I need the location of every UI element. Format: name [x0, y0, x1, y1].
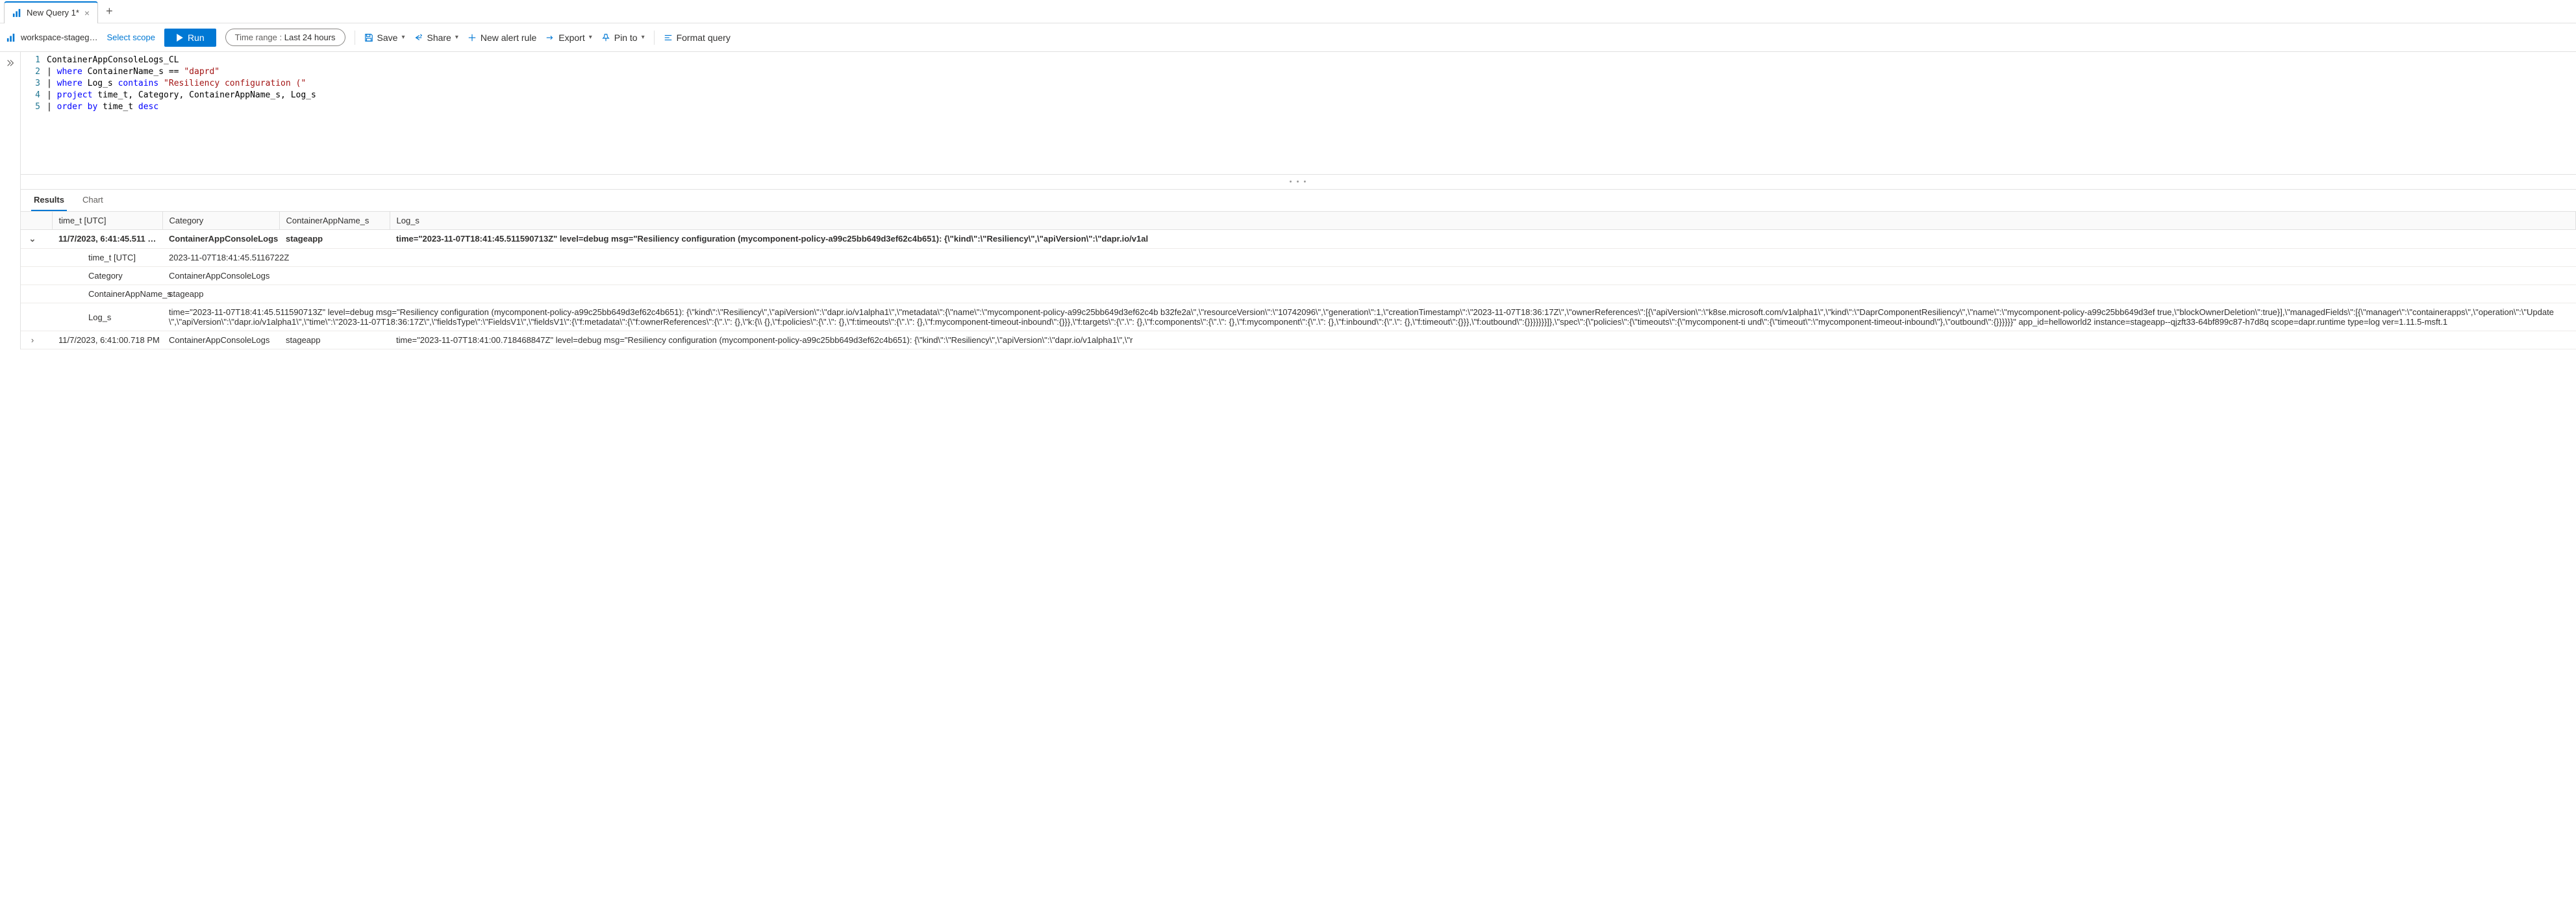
detail-row: time_t [UTC] 2023-11-07T18:41:45.5116722… [21, 249, 2576, 267]
code-area[interactable]: ContainerAppConsoleLogs_CL | where Conta… [47, 55, 2576, 113]
tab-chart[interactable]: Chart [80, 190, 106, 211]
results-table: time_t [UTC] Category ContainerAppName_s… [21, 212, 2576, 349]
close-icon[interactable]: × [84, 8, 90, 18]
play-icon [176, 34, 184, 42]
tab-title: New Query 1* [27, 8, 79, 18]
time-range-picker[interactable]: Time range : Last 24 hours [225, 29, 345, 46]
detail-row: Category ContainerAppConsoleLogs [21, 267, 2576, 285]
detail-row: Log_s time="2023-11-07T18:41:45.51159071… [21, 303, 2576, 331]
chevron-down-icon: ▾ [642, 34, 645, 41]
separator [654, 31, 655, 45]
save-icon [364, 33, 373, 42]
analytics-icon [6, 32, 16, 43]
new-alert-rule-button[interactable]: New alert rule [468, 32, 536, 43]
chevron-down-icon: ▾ [455, 34, 458, 41]
share-button[interactable]: Share ▾ [414, 32, 458, 43]
expand-row-icon[interactable]: › [27, 335, 38, 345]
chevron-down-icon: ▾ [589, 34, 592, 41]
export-icon [545, 33, 555, 42]
workspace-name: workspace-stageg… [21, 32, 98, 42]
select-scope-link[interactable]: Select scope [107, 32, 155, 42]
query-tab-strip: New Query 1* × + [0, 0, 2576, 23]
save-button[interactable]: Save ▾ [364, 32, 405, 43]
run-button[interactable]: Run [164, 29, 216, 47]
format-icon [664, 33, 673, 42]
col-header-time[interactable]: time_t [UTC] [52, 212, 162, 230]
results-tab-bar: Results Chart [21, 190, 2576, 212]
tab-results[interactable]: Results [31, 190, 67, 211]
add-tab-button[interactable]: + [98, 5, 121, 18]
chevron-down-icon: ▾ [401, 34, 405, 41]
line-gutter: 1 2 3 4 5 [21, 55, 47, 113]
run-label: Run [188, 32, 205, 43]
query-toolbar: workspace-stageg… Select scope Run Time … [0, 23, 2576, 52]
analytics-icon [12, 8, 21, 18]
col-header-category[interactable]: Category [162, 212, 279, 230]
share-icon [414, 33, 423, 42]
pin-to-button[interactable]: Pin to ▾ [601, 32, 645, 43]
col-header-app[interactable]: ContainerAppName_s [279, 212, 390, 230]
export-button[interactable]: Export ▾ [545, 32, 592, 43]
pin-icon [601, 33, 610, 42]
detail-row: ContainerAppName_s stageapp [21, 285, 2576, 303]
chevron-right-double-icon [6, 58, 15, 68]
table-row[interactable]: › 11/7/2023, 6:41:00.718 PM ContainerApp… [21, 331, 2576, 349]
table-row[interactable]: ⌄ 11/7/2023, 6:41:45.511 … ContainerAppC… [21, 230, 2576, 249]
plus-icon [468, 33, 477, 42]
col-header-log[interactable]: Log_s [390, 212, 2576, 230]
query-editor[interactable]: 1 2 3 4 5 ContainerAppConsoleLogs_CL | w… [21, 52, 2576, 116]
collapse-row-icon[interactable]: ⌄ [27, 234, 38, 244]
table-header-row: time_t [UTC] Category ContainerAppName_s… [21, 212, 2576, 230]
pane-splitter[interactable]: • • • [21, 174, 2576, 190]
expand-sidebar-button[interactable] [0, 52, 21, 349]
time-range-value: Last 24 hours [284, 32, 336, 42]
format-query-button[interactable]: Format query [664, 32, 731, 43]
time-range-label: Time range : [235, 32, 282, 42]
query-tab-1[interactable]: New Query 1* × [4, 1, 98, 23]
workspace-selector[interactable]: workspace-stageg… [6, 32, 98, 43]
